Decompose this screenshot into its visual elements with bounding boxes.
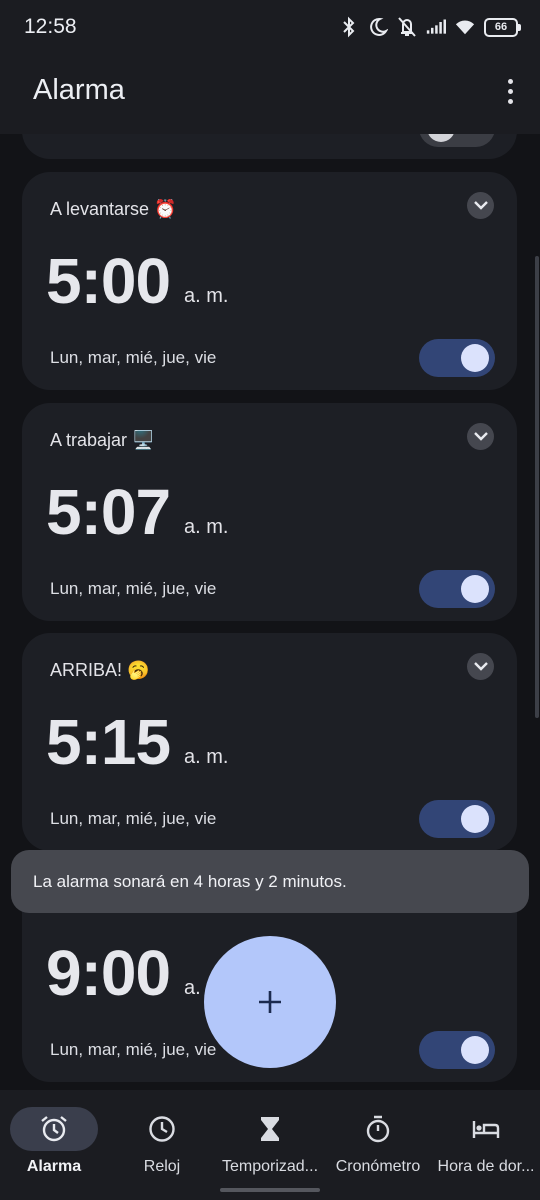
bottom-navigation: Alarma Reloj Temporizad... Cronómetro Ho… [0, 1090, 540, 1200]
gesture-bar[interactable] [220, 1188, 320, 1192]
status-time: 12:58 [24, 15, 77, 38]
alarm-label[interactable]: A levantarse ⏰ [50, 199, 176, 220]
snackbar-text: La alarma sonará en 4 horas y 2 minutos. [33, 872, 347, 891]
alarm-toggle[interactable] [419, 1031, 495, 1069]
alarm-ampm: a. m. [184, 285, 229, 307]
bluetooth-icon [343, 16, 355, 38]
snackbar: La alarma sonará en 4 horas y 2 minutos. [11, 850, 529, 913]
nav-label: Hora de dor... [437, 1158, 535, 1175]
alarm-time[interactable]: 5:07 [46, 475, 171, 549]
nav-label: Temporizad... [221, 1158, 319, 1175]
page-title: Alarma [33, 74, 125, 106]
bed-icon [472, 1121, 500, 1138]
alarm-toggle[interactable] [419, 339, 495, 377]
alarm-days: Lun, mar, mié, jue, vie [50, 809, 217, 828]
status-icons: 66 [339, 16, 521, 38]
stopwatch-icon [366, 1115, 390, 1143]
more-options-button[interactable] [498, 76, 522, 106]
chevron-down-icon [473, 201, 488, 210]
nav-item-hora-de-dormir[interactable]: Hora de dor... [432, 1090, 540, 1200]
alarm-time[interactable]: 5:00 [46, 244, 171, 318]
alarm-toggle[interactable] [419, 800, 495, 838]
nav-item-temporizador[interactable]: Temporizad... [216, 1090, 324, 1200]
alarm-card[interactable]: A trabajar 🖥️ 5:07 a. m. Lun, mar, mié, … [22, 403, 517, 621]
plus-icon [259, 991, 281, 1013]
alarm-label[interactable]: ARRIBA! 🥱 [50, 660, 149, 681]
alarm-icon [41, 1116, 67, 1142]
alarm-card[interactable]: ARRIBA! 🥱 5:15 a. m. Lun, mar, mié, jue,… [22, 633, 517, 851]
alarm-toggle[interactable] [419, 134, 495, 147]
alarm-ampm: a. m. [184, 516, 229, 538]
alarm-ampm: a. m. [184, 746, 229, 768]
alarm-days: Lun, mar, mié, jue, vie [50, 348, 217, 367]
vibrate-off-icon [398, 17, 416, 37]
nav-item-reloj[interactable]: Reloj [108, 1090, 216, 1200]
alarm-card[interactable] [22, 134, 517, 159]
nav-item-cronometro[interactable]: Cronómetro [324, 1090, 432, 1200]
alarm-toggle[interactable] [419, 570, 495, 608]
chevron-down-icon [473, 432, 488, 441]
status-bar: 12:58 66 [0, 0, 540, 56]
expand-button[interactable] [467, 653, 494, 680]
battery-icon: 66 [484, 17, 521, 37]
alarm-time[interactable]: 9:00 [46, 936, 171, 1010]
clock-icon [149, 1116, 175, 1142]
alarm-ampm: a. [184, 977, 201, 999]
nav-item-alarma[interactable]: Alarma [0, 1090, 108, 1200]
app-bar: Alarma [0, 56, 540, 134]
do-not-disturb-moon-icon [370, 17, 388, 36]
hourglass-icon [261, 1117, 279, 1141]
signal-icon [426, 19, 446, 34]
nav-label: Alarma [26, 1158, 82, 1175]
nav-label: Cronómetro [335, 1158, 421, 1175]
add-alarm-button[interactable] [204, 936, 336, 1068]
nav-label: Reloj [143, 1158, 181, 1175]
chevron-down-icon [473, 662, 488, 671]
alarm-label[interactable]: A trabajar 🖥️ [50, 430, 154, 451]
expand-button[interactable] [467, 192, 494, 219]
alarm-card[interactable]: A levantarse ⏰ 5:00 a. m. Lun, mar, mié,… [22, 172, 517, 390]
alarm-days: Lun, mar, mié, jue, vie [50, 579, 217, 598]
scrollbar[interactable] [535, 256, 539, 718]
expand-button[interactable] [467, 423, 494, 450]
alarm-time[interactable]: 5:15 [46, 705, 171, 779]
more-vert-icon [507, 78, 513, 84]
wifi-icon [455, 20, 475, 35]
alarm-days: Lun, mar, mié, jue, vie [50, 1040, 217, 1059]
